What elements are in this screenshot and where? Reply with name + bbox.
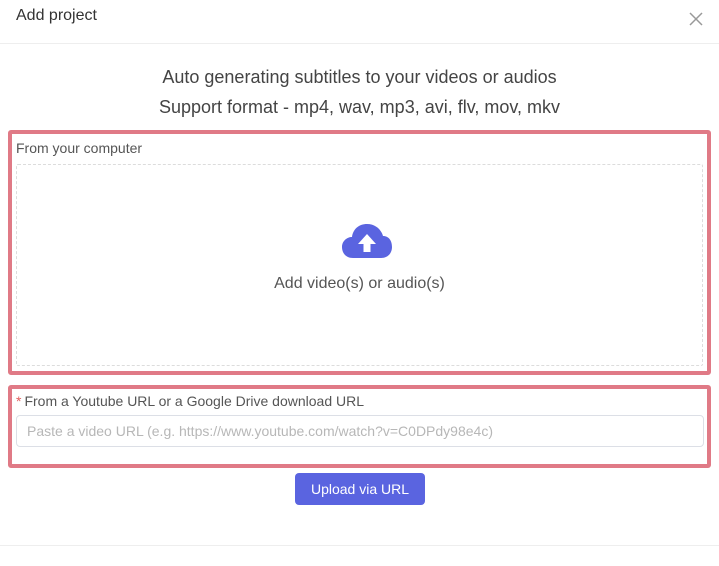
file-dropzone[interactable]: Add video(s) or audio(s) [16,164,703,366]
intro-text: Auto generating subtitles to your videos… [0,62,719,122]
from-url-label: * From a Youtube URL or a Google Drive do… [16,393,364,409]
dialog-title: Add project [16,7,97,24]
required-mark: * [16,393,22,409]
footer-divider [0,545,719,546]
intro-line-2: Support format - mp4, wav, mp3, avi, flv… [158,97,561,117]
from-url-label-text: From a Youtube URL or a Google Drive dow… [24,393,365,409]
dropzone-label: Add video(s) or audio(s) [274,275,445,292]
intro-line-1: Auto generating subtitles to your videos… [162,67,557,87]
video-url-input[interactable] [16,415,704,447]
cloud-upload-icon [341,222,393,262]
upload-via-url-button[interactable]: Upload via URL [295,473,425,505]
from-url-section: * From a Youtube URL or a Google Drive do… [8,385,711,468]
add-project-dialog: Add project Auto generating subtitles to… [0,0,719,566]
from-computer-section: From your computer Add video(s) or audio… [8,130,711,375]
from-computer-label: From your computer [16,140,143,156]
close-icon[interactable] [687,10,705,28]
dialog-header: Add project [0,0,719,44]
